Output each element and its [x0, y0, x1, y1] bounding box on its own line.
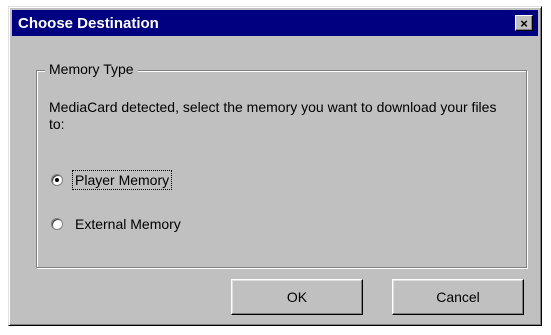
choose-destination-dialog: Choose Destination × Memory Type MediaCa…	[8, 6, 542, 326]
external-memory-label[interactable]: External Memory	[73, 215, 183, 233]
player-memory-label[interactable]: Player Memory	[71, 170, 173, 190]
player-memory-radio[interactable]	[51, 174, 63, 186]
external-memory-radio[interactable]	[51, 218, 63, 230]
memory-type-group: Memory Type MediaCard detected, select t…	[36, 61, 527, 268]
memory-description: MediaCard detected, select the memory yo…	[49, 99, 497, 132]
player-memory-option[interactable]: Player Memory	[51, 170, 173, 190]
cancel-button[interactable]: Cancel	[392, 279, 524, 315]
external-memory-option[interactable]: External Memory	[51, 215, 183, 233]
ok-button[interactable]: OK	[231, 279, 363, 315]
memory-type-legend: Memory Type	[45, 61, 138, 77]
close-icon[interactable]: ×	[515, 15, 533, 31]
title-bar[interactable]: Choose Destination ×	[12, 10, 538, 36]
dialog-title: Choose Destination	[18, 14, 159, 32]
